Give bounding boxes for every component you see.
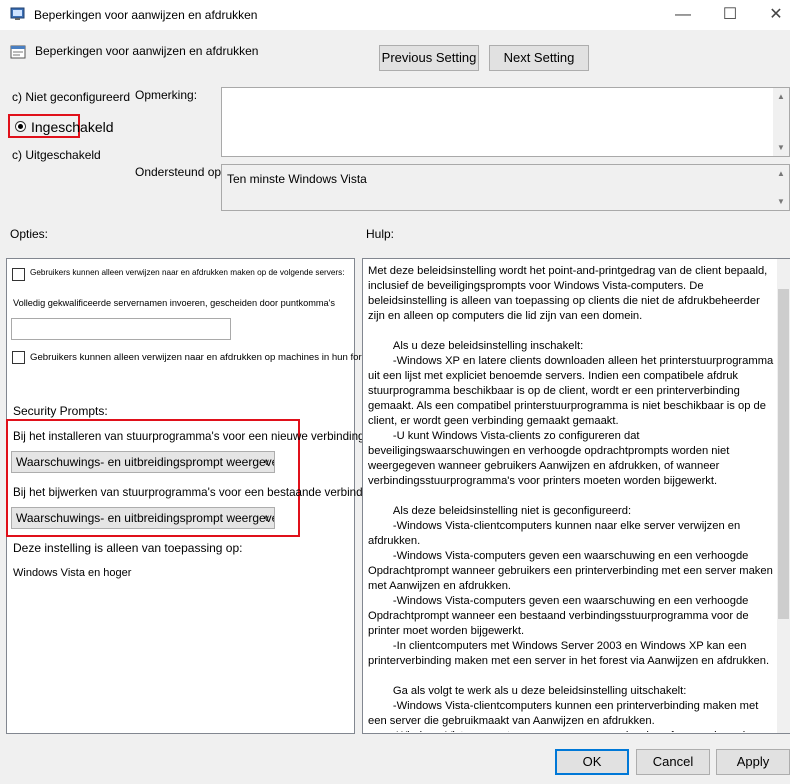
help-paragraph xyxy=(368,324,776,339)
minimize-button[interactable]: — xyxy=(660,0,706,30)
install-prompt-value: Waarschuwings- en uitbreidingsprompt wee… xyxy=(16,455,275,469)
policy-app-icon xyxy=(10,7,25,20)
help-paragraph: Als deze beleidsinstelling niet is gecon… xyxy=(368,505,632,517)
maximize-icon: ☐ xyxy=(722,6,738,23)
help-scroll-thumb[interactable] xyxy=(778,289,789,619)
close-icon: ✕ xyxy=(769,6,783,23)
options-label: Opties: xyxy=(10,227,49,241)
scroll-up-icon[interactable]: ▲ xyxy=(777,92,785,101)
help-label: Hulp: xyxy=(366,227,395,241)
supported-scrollbar[interactable]: ▲ ▼ xyxy=(773,165,789,210)
disabled-label: Uitgeschakeld xyxy=(25,148,101,162)
help-paragraph: -Windows Vista-clientcomputers kunnen ee… xyxy=(368,700,762,727)
chevron-down-icon: ∨ xyxy=(263,457,270,467)
servers-hint: Volledig gekwalificeerde servernamen inv… xyxy=(13,298,335,308)
help-paragraph: -U kunt Windows Vista-clients zo configu… xyxy=(368,430,733,487)
apply-button[interactable]: Apply xyxy=(716,749,790,775)
scroll-down-icon[interactable]: ▼ xyxy=(777,143,785,152)
servers-input[interactable] xyxy=(11,318,231,340)
specific-servers-label: Gebruikers kunnen alleen verwijzen naar … xyxy=(30,268,345,277)
next-setting-button[interactable]: Next Setting xyxy=(489,45,589,71)
help-paragraph: -Windows Vista-clientcomputers kunnen na… xyxy=(368,520,744,547)
radio-disabled[interactable]: c) Uitgeschakeld xyxy=(12,148,101,162)
comment-input[interactable]: ▲ ▼ xyxy=(221,87,790,157)
policy-name: Beperkingen voor aanwijzen en afdrukken xyxy=(35,44,259,58)
help-paragraph: -Windows Vista-computers geven een waars… xyxy=(368,595,752,637)
not-configured-label: Niet geconfigureerd xyxy=(25,90,131,104)
maximize-button[interactable]: ☐ xyxy=(707,0,753,30)
cancel-button[interactable]: Cancel xyxy=(636,749,710,775)
applies-label: Deze instelling is alleen van toepassing… xyxy=(13,541,243,555)
checkbox-forest-machines[interactable] xyxy=(12,351,25,364)
scroll-up-icon[interactable]: ▲ xyxy=(777,169,785,178)
supported-field: Ten minste Windows Vista ▲ ▼ xyxy=(221,164,790,211)
scroll-down-icon[interactable]: ▼ xyxy=(777,197,785,206)
install-label: Bij het installeren van stuurprogramma's… xyxy=(13,430,368,443)
previous-setting-button[interactable]: Previous Setting xyxy=(379,45,479,71)
ok-button[interactable]: OK xyxy=(555,749,629,775)
help-paragraph xyxy=(368,489,776,504)
help-scrollbar[interactable] xyxy=(777,259,790,733)
policy-setting-icon xyxy=(10,45,26,59)
enabled-label[interactable]: Ingeschakeld xyxy=(31,119,114,135)
comment-scrollbar[interactable]: ▲ ▼ xyxy=(773,88,789,156)
checkbox-specific-servers[interactable] xyxy=(12,268,25,281)
radio-prefix: c) xyxy=(12,90,22,104)
window-title: Beperkingen voor aanwijzen en afdrukken xyxy=(34,8,258,22)
comment-label: Opmerking: xyxy=(135,88,198,102)
minimize-icon: — xyxy=(675,6,691,23)
update-label: Bij het bijwerken van stuurprogramma's v… xyxy=(13,486,382,499)
help-paragraph xyxy=(368,669,776,684)
security-prompts-label: Security Prompts: xyxy=(13,404,108,418)
help-paragraph: -In clientcomputers met Windows Server 2… xyxy=(368,640,770,667)
help-paragraph: Met deze beleidsinstelling wordt het poi… xyxy=(368,265,771,322)
radio-not-configured[interactable]: c) Niet geconfigureerd xyxy=(12,90,130,104)
close-button[interactable]: ✕ xyxy=(753,0,790,30)
forest-machines-label: Gebruikers kunnen alleen verwijzen naar … xyxy=(30,352,375,363)
applies-value: Windows Vista en hoger xyxy=(13,567,132,579)
update-prompt-select[interactable]: Waarschuwings- en uitbreidingsprompt wee… xyxy=(11,507,275,529)
help-paragraph: Als u deze beleidsinstelling inschakelt: xyxy=(368,340,584,352)
help-paragraph: Ga als volgt te werk als u deze beleidsi… xyxy=(368,685,687,697)
radio-enabled[interactable] xyxy=(15,121,26,132)
update-prompt-value: Waarschuwings- en uitbreidingsprompt wee… xyxy=(16,511,275,525)
help-paragraph: -Windows Vista-computers geven geen waar… xyxy=(368,729,776,732)
supported-value: Ten minste Windows Vista xyxy=(227,172,367,186)
help-paragraph: -Windows Vista-computers geven een waars… xyxy=(368,550,776,592)
chevron-down-icon: ∨ xyxy=(263,513,270,523)
help-paragraph: -Windows XP en latere clients downloaden… xyxy=(368,355,774,427)
install-prompt-select[interactable]: Waarschuwings- en uitbreidingsprompt wee… xyxy=(11,451,275,473)
supported-label: Ondersteund op: xyxy=(135,165,225,179)
radio-prefix: c) xyxy=(12,148,22,162)
help-text: Met deze beleidsinstelling wordt het poi… xyxy=(368,264,776,732)
